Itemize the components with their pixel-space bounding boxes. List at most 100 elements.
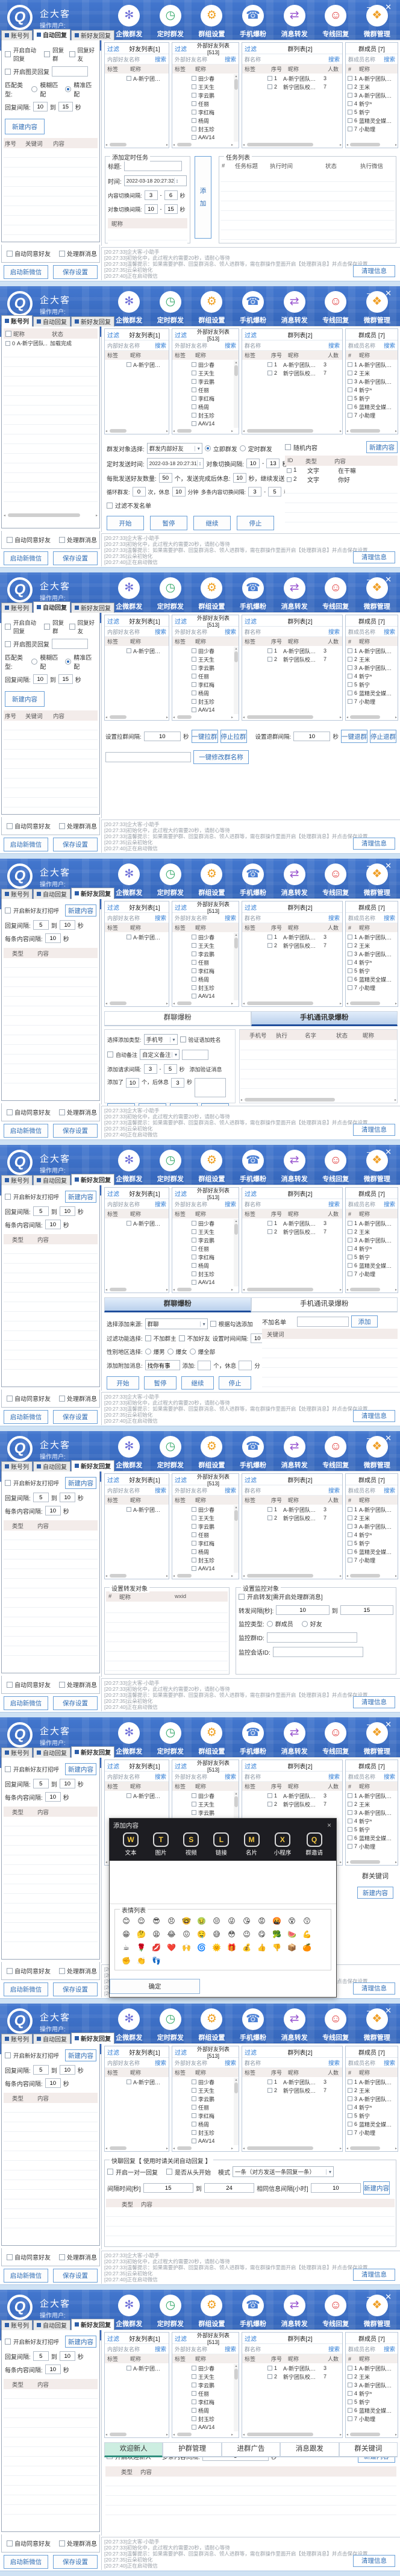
row-checkbox[interactable] [267,76,272,81]
horizontal-scrollbar[interactable]: ◂▸ [346,1860,397,1864]
new-content-button[interactable]: 新建内容 [363,2181,390,2195]
sidebar-tab-newfriend[interactable]: 新好友回复 [71,30,114,40]
filter-list-checkbox[interactable] [107,503,113,509]
filter-link[interactable]: 过滤 [245,1189,257,1198]
row-checkbox[interactable] [127,76,131,81]
list-item[interactable]: 3A-新宁团队… [346,91,398,99]
row-checkbox[interactable] [192,1541,196,1546]
row-checkbox[interactable] [348,2366,352,2371]
fuzzy-radio[interactable] [31,86,37,92]
list-item[interactable]: 杨周 [172,2406,233,2415]
list-item[interactable]: 王天生 [172,941,233,950]
row-checkbox[interactable] [192,1802,196,1807]
close-button[interactable]: ✕ [385,861,392,871]
turing-checkbox[interactable] [5,69,11,75]
filter-link[interactable]: 过滤 [245,616,257,625]
row-checkbox[interactable] [267,657,272,662]
request-gap-from[interactable] [144,1064,157,1074]
list-item[interactable]: 7小助理 [346,2128,398,2137]
list-item[interactable]: 2王米 [346,1514,398,1522]
list-item[interactable]: 4新宁* [346,99,398,108]
list-item[interactable]: 李红梅 [172,680,233,689]
search-button[interactable]: 搜索 [225,341,236,349]
per-content-input[interactable] [45,933,61,943]
list-item[interactable]: 6蓝精灵全媒… [346,116,398,125]
new-content-button[interactable]: 新建内容 [5,119,45,134]
by-check-checkbox[interactable] [210,1321,216,1327]
sidebar-tab-autoreply[interactable]: 自动回复 [33,1461,70,1471]
row-checkbox[interactable] [348,1263,352,1268]
nav-item[interactable]: ☎ 手机爆粉 [233,5,274,42]
list-item[interactable]: 李红梅 [172,1253,233,1261]
search-placeholder[interactable]: 外部好友名称 [175,55,207,63]
gap-from-input[interactable] [33,1779,49,1788]
nav-item[interactable]: ◷ 定时群发 [150,863,192,900]
auto-agree-option[interactable]: 自动同意好友 [7,821,51,830]
row-checkbox[interactable] [192,118,196,123]
row-checkbox[interactable] [192,110,196,114]
row-checkbox[interactable] [192,387,196,392]
emoji-item[interactable]: 😳 [224,1928,239,1941]
row-checkbox[interactable] [192,396,196,401]
row-checkbox[interactable] [348,1802,352,1807]
pause-button[interactable]: 暂停 [144,1376,177,1390]
row-checkbox[interactable] [192,682,196,687]
forward-gap-from[interactable] [276,1605,329,1615]
row-checkbox[interactable] [348,691,352,695]
list-item[interactable]: 7小助理 [346,125,398,133]
row-checkbox[interactable] [192,1524,196,1529]
emoji-item[interactable]: 😒 [209,1914,224,1928]
search-placeholder[interactable]: 群成员名称 [348,342,375,349]
minimize-button[interactable]: — [367,861,375,870]
emoji-item[interactable]: 😂 [164,1928,179,1941]
list-item[interactable]: 1A-新宁团队… [346,1505,398,1514]
list-item[interactable]: AAV14 [172,992,233,1000]
horizontal-scrollbar[interactable]: ◂▸ [105,1287,168,1292]
search-placeholder[interactable]: 内部好友名称 [107,55,140,63]
emoji-item[interactable]: 😖 [179,1928,194,1941]
auto-note-checkbox[interactable] [107,1051,113,1058]
row-checkbox[interactable] [192,648,196,653]
search-placeholder[interactable]: 外部好友名称 [175,1773,207,1781]
search-button[interactable]: 搜索 [225,2345,236,2353]
nav-item[interactable]: ⚙ 群组设置 [191,863,233,900]
emoji-item[interactable]: 📦 [284,1941,299,1954]
list-item[interactable]: A-新宁团… [105,1505,169,1514]
horizontal-scrollbar[interactable]: ◂▸ [105,142,168,147]
row-checkbox[interactable] [192,101,196,106]
start-wechat-button[interactable]: 启动新微信 [4,1410,48,1424]
auto-agree-option[interactable]: 自动同意好友 [7,535,51,544]
row-checkbox[interactable] [192,994,196,998]
exit-gap-input[interactable] [293,732,330,741]
search-placeholder[interactable]: 群名称 [245,2345,261,2353]
filter-link[interactable]: 过滤 [107,1761,119,1770]
list-item[interactable]: 1A-新宁团队…3 [242,360,342,369]
handle-msg-checkbox[interactable] [59,537,65,543]
row-checkbox[interactable] [192,413,196,418]
content-gap-to[interactable] [164,190,178,200]
list-item[interactable]: 李云鹏 [172,2095,233,2103]
row-checkbox[interactable] [348,1238,352,1243]
add-type-select[interactable]: 手机号▾ [144,1034,178,1045]
list-item[interactable]: 封玉珍 [172,1556,233,1564]
pull-gap-input[interactable] [144,732,181,741]
monitor-session-id-input[interactable] [273,1647,363,1657]
row-checkbox[interactable] [5,341,10,346]
emoji-item[interactable]: ❤️ [164,1941,179,1954]
gap-from-input[interactable] [33,1493,49,1502]
vertical-scrollbar[interactable]: ▴ [234,360,239,428]
list-item[interactable]: AAV14 [172,1278,233,1286]
search-placeholder[interactable]: 群成员名称 [348,2345,375,2353]
list-item[interactable]: 封玉珍 [172,411,233,419]
filter-link[interactable]: 过滤 [245,2334,257,2343]
tab-guard-group[interactable]: 护群管理 [163,2442,221,2457]
content-row[interactable]: 2文字你好 [285,475,398,484]
account-row[interactable]: 0A-新宁团队…加载完成 [4,339,98,348]
list-item[interactable]: 7小助理 [346,2415,398,2423]
emoji-item[interactable]: 😘 [239,1914,254,1928]
new-content-button[interactable]: 新建内容 [65,1763,96,1775]
one-to-one-checkbox[interactable] [107,2169,113,2175]
list-item[interactable]: 田少春 [172,1505,233,1514]
list-item[interactable]: 2新宁团队校…7 [242,2086,342,2095]
clear-log-button[interactable]: 清理信息 [353,551,395,563]
